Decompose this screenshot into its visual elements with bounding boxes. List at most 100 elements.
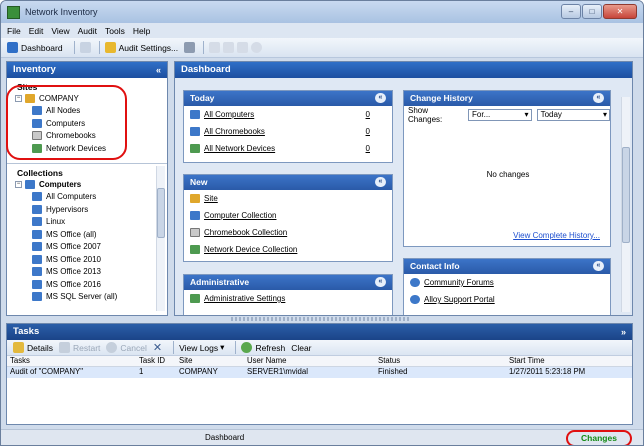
dashboard-header: Dashboard (175, 62, 632, 78)
options-icon[interactable] (251, 42, 263, 53)
column-header[interactable]: Task ID (139, 356, 179, 366)
collection-item[interactable]: All Computers (15, 191, 167, 204)
dashboard-button[interactable]: Dashboard (7, 42, 63, 53)
filter-dropdown[interactable]: For... (468, 109, 532, 121)
collapse-card-icon[interactable]: « (375, 277, 386, 287)
inventory-header: Inventory « (7, 62, 167, 78)
tasks-pane: Tasks » Details Restart Cancel ✕ View Log… (6, 323, 633, 425)
collapse-card-icon[interactable]: « (375, 93, 386, 103)
details-icon (13, 342, 24, 353)
site-cell: COMPANY (179, 367, 218, 376)
support-portal-link[interactable]: Alloy Support Portal (404, 291, 610, 308)
splitter-grip[interactable] (231, 317, 411, 321)
collection-item[interactable]: MS Office 2013 (15, 266, 167, 279)
collapse-tasks-button[interactable]: » (621, 324, 626, 340)
close-button[interactable]: ✕ (603, 4, 637, 19)
menu-tools[interactable]: Tools (105, 26, 125, 36)
administrative-settings-link[interactable]: Administrative Settings (184, 290, 392, 307)
forum-icon (410, 278, 420, 287)
column-header[interactable]: Site (179, 356, 247, 366)
view-complete-history-link[interactable]: View Complete History... (513, 231, 600, 240)
collection-item[interactable]: MS SQL Server (all) (15, 291, 167, 304)
toolbar-separator (73, 41, 75, 54)
computer-icon (32, 204, 42, 214)
new-card: New « Site Computer Collection Chromebook… (183, 174, 393, 262)
period-dropdown[interactable]: Today (536, 109, 610, 121)
tasks-toolbar: Details Restart Cancel ✕ View Logs ▾ Refr… (7, 340, 632, 356)
inventory-pane: Inventory « Sites − COMPANY All Nodes Comp… (6, 61, 168, 316)
menu-edit[interactable]: Edit (29, 26, 44, 36)
collection-computers[interactable]: − Computers (15, 178, 167, 191)
calendar-icon[interactable] (237, 42, 249, 53)
delete-button[interactable]: ✕ (153, 341, 162, 354)
tools-icon[interactable] (184, 42, 196, 53)
app-icon (7, 5, 20, 19)
menu-file[interactable]: File (7, 26, 21, 36)
computer-icon (32, 279, 42, 289)
status-cell: Finished (378, 367, 408, 376)
collections-scrollbar[interactable] (156, 166, 165, 311)
table-row[interactable]: Audit of "COMPANY" 1 COMPANY SERVER1\mvi… (7, 367, 632, 378)
maximize-button[interactable]: □ (582, 4, 602, 19)
today-header: Today « (184, 91, 392, 106)
today-row[interactable]: All Computers 0 (184, 106, 392, 123)
cancel-button[interactable]: Cancel (106, 342, 147, 353)
today-row[interactable]: All Chromebooks 0 (184, 123, 392, 140)
details-button[interactable]: Details (13, 342, 53, 353)
collection-item[interactable]: MS Office 2007 (15, 241, 167, 254)
column-header[interactable]: Status (378, 356, 509, 366)
collection-item[interactable]: MS Office 2016 (15, 278, 167, 291)
refresh-icon (241, 342, 253, 353)
change-history-card: Change History« Show Changes: For... Tod… (403, 90, 611, 247)
computer-icon (32, 192, 42, 202)
move-icon[interactable] (223, 42, 235, 53)
collection-item[interactable]: Linux (15, 216, 167, 229)
computer-icon (190, 211, 200, 220)
collapse-card-icon[interactable]: « (375, 177, 386, 187)
collapse-toggle-icon[interactable]: − (15, 180, 22, 188)
dashboard-scrollbar[interactable] (621, 97, 630, 312)
wand-icon (104, 42, 116, 53)
minimize-button[interactable]: – (561, 4, 581, 19)
menu-audit[interactable]: Audit (78, 26, 97, 36)
new-chromebook-collection-link[interactable]: Chromebook Collection (184, 224, 392, 241)
network-device-icon (190, 245, 200, 254)
collection-item[interactable]: MS Office (all) (15, 228, 167, 241)
menu-help[interactable]: Help (133, 26, 150, 36)
new-site-link[interactable]: Site (184, 190, 392, 207)
app-window: Network Inventory – □ ✕ File Edit View A… (0, 0, 644, 446)
column-header[interactable]: Start Time (509, 356, 629, 366)
folder-icon (190, 194, 200, 203)
task-cell: Audit of "COMPANY" (10, 367, 83, 376)
today-row[interactable]: All Network Devices 0 (184, 140, 392, 157)
collection-item[interactable]: MS Office 2010 (15, 253, 167, 266)
refresh-icon[interactable] (79, 42, 91, 53)
collapse-card-icon[interactable]: « (593, 93, 604, 103)
scrollbar-thumb[interactable] (622, 147, 630, 243)
main-toolbar: Dashboard Audit Settings... (1, 38, 643, 58)
new-computer-collection-link[interactable]: Computer Collection (184, 207, 392, 224)
scrollbar-thumb[interactable] (157, 188, 165, 238)
column-header[interactable]: User Name (247, 356, 378, 366)
toolbar-separator (173, 341, 175, 354)
settings-icon (190, 294, 200, 303)
collection-item[interactable]: Hypervisors (15, 203, 167, 216)
audit-settings-button[interactable]: Audit Settings... (104, 42, 178, 53)
column-header[interactable]: Tasks (7, 356, 139, 366)
change-history-header: Change History « (404, 91, 610, 106)
properties-icon[interactable] (209, 42, 221, 53)
view-logs-dropdown[interactable]: View Logs ▾ (179, 342, 224, 353)
clear-button[interactable]: Clear (291, 343, 311, 353)
menu-view[interactable]: View (51, 26, 69, 36)
computer-icon (32, 292, 42, 302)
today-card: Today « All Computers 0 All Chromebooks 0 A… (183, 90, 393, 163)
community-forums-link[interactable]: Community Forums (404, 274, 610, 291)
changes-indicator[interactable]: Changes (566, 430, 632, 445)
refresh-button[interactable]: Refresh (241, 342, 285, 353)
delete-icon: ✕ (152, 342, 163, 354)
computer-icon (32, 229, 42, 239)
restart-button[interactable]: Restart (58, 342, 100, 353)
collapse-pane-button[interactable]: « (156, 62, 161, 78)
new-network-device-collection-link[interactable]: Network Device Collection (184, 241, 392, 258)
collapse-card-icon[interactable]: « (593, 261, 604, 271)
